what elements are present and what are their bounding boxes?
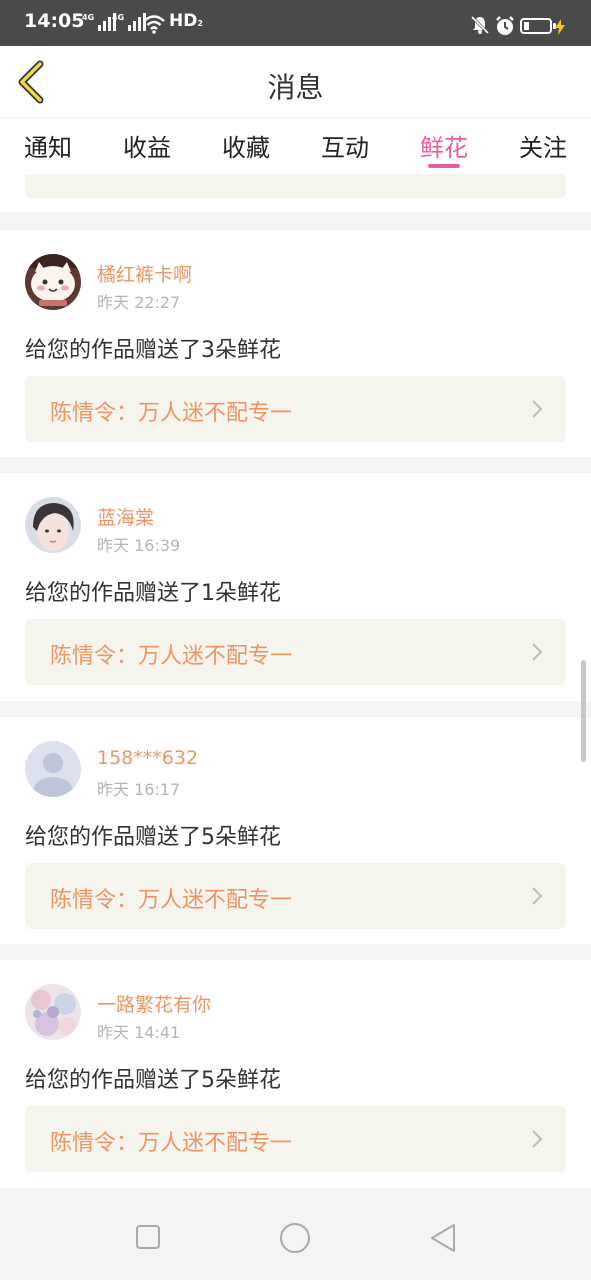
- work-link-partial[interactable]: [25, 174, 566, 198]
- work-title: 陈情令：万人迷不配专一: [50, 1131, 293, 1156]
- cartoon-cat-avatar: [25, 254, 81, 310]
- tab-favorites[interactable]: 收藏: [222, 128, 270, 163]
- system-navigation-bar: [0, 1188, 591, 1280]
- hd-voice-indicator: HD2: [169, 11, 203, 31]
- network-type-label-2: 4G: [112, 13, 125, 22]
- network-type-label: 4G: [82, 13, 95, 22]
- timestamp: 昨天 16:39: [97, 536, 181, 555]
- list-item-partial: [0, 174, 591, 212]
- list-item: 158***632 昨天 16:17 给您的作品赠送了5朵鲜花 陈情令：万人迷不…: [0, 717, 591, 944]
- message-text: 给您的作品赠送了3朵鲜花: [25, 338, 281, 363]
- active-tab-indicator: [428, 164, 460, 168]
- list-item: 一路繁花有你 昨天 14:41 给您的作品赠送了5朵鲜花 陈情令：万人迷不配专一: [0, 960, 591, 1188]
- tab-flowers[interactable]: 鲜花: [420, 128, 468, 163]
- page-title: 消息: [267, 71, 324, 104]
- tab-notifications[interactable]: 通知: [24, 128, 72, 163]
- username[interactable]: 158***632: [97, 747, 198, 769]
- list-item: 橘红裤卡啊 昨天 22:27 给您的作品赠送了3朵鲜花 陈情令：万人迷不配专一: [0, 230, 591, 457]
- battery-icon: [520, 18, 556, 34]
- work-link[interactable]: 陈情令：万人迷不配专一: [25, 1106, 566, 1172]
- username[interactable]: 蓝海棠: [97, 503, 154, 530]
- work-link[interactable]: 陈情令：万人迷不配专一: [25, 619, 566, 685]
- chevron-right-icon: [532, 887, 543, 905]
- user-avatar[interactable]: [25, 497, 81, 553]
- message-text: 给您的作品赠送了5朵鲜花: [25, 825, 281, 850]
- work-title: 陈情令：万人迷不配专一: [50, 644, 293, 669]
- timestamp: 昨天 14:41: [97, 1023, 181, 1042]
- timestamp: 昨天 16:17: [97, 780, 181, 799]
- home-circle-icon[interactable]: [279, 1222, 311, 1254]
- message-text: 给您的作品赠送了5朵鲜花: [25, 1068, 281, 1093]
- chevron-right-icon: [532, 1130, 543, 1148]
- work-title: 陈情令：万人迷不配专一: [50, 401, 293, 426]
- tab-earnings[interactable]: 收益: [123, 128, 171, 163]
- alarm-icon: [496, 16, 514, 35]
- mute-bell-icon: [470, 15, 490, 35]
- user-avatar[interactable]: [25, 254, 81, 310]
- app-header: 消息: [0, 46, 591, 118]
- timestamp: 昨天 22:27: [97, 293, 181, 312]
- default-user-avatar: [25, 741, 81, 797]
- user-avatar[interactable]: [25, 984, 81, 1040]
- chevron-right-icon: [532, 400, 543, 418]
- charging-bolt-icon: [555, 19, 565, 35]
- list-item: 蓝海棠 昨天 16:39 给您的作品赠送了1朵鲜花 陈情令：万人迷不配专一: [0, 473, 591, 701]
- tab-interactions[interactable]: 互动: [321, 128, 369, 163]
- scrollbar[interactable]: [581, 660, 586, 762]
- wifi-icon: [143, 15, 165, 34]
- message-text: 给您的作品赠送了1朵鲜花: [25, 581, 281, 606]
- user-avatar[interactable]: [25, 741, 81, 797]
- status-bar: 14:05 4G 4G HD2: [0, 0, 591, 46]
- status-time: 14:05: [24, 10, 85, 32]
- recents-square-icon[interactable]: [135, 1224, 161, 1250]
- back-triangle-icon[interactable]: [428, 1222, 458, 1254]
- floral-avatar: [25, 984, 81, 1040]
- message-list[interactable]: 橘红裤卡啊 昨天 22:27 给您的作品赠送了3朵鲜花 陈情令：万人迷不配专一 …: [0, 174, 591, 1188]
- work-link[interactable]: 陈情令：万人迷不配专一: [25, 863, 566, 929]
- username[interactable]: 一路繁花有你: [97, 990, 211, 1017]
- work-title: 陈情令：万人迷不配专一: [50, 888, 293, 913]
- username[interactable]: 橘红裤卡啊: [97, 260, 192, 287]
- tab-follows[interactable]: 关注: [519, 128, 567, 163]
- work-link[interactable]: 陈情令：万人迷不配专一: [25, 376, 566, 442]
- portrait-avatar: [25, 497, 81, 553]
- tab-bar: 通知 收益 收藏 互动 鲜花 关注: [0, 118, 591, 174]
- chevron-right-icon: [532, 643, 543, 661]
